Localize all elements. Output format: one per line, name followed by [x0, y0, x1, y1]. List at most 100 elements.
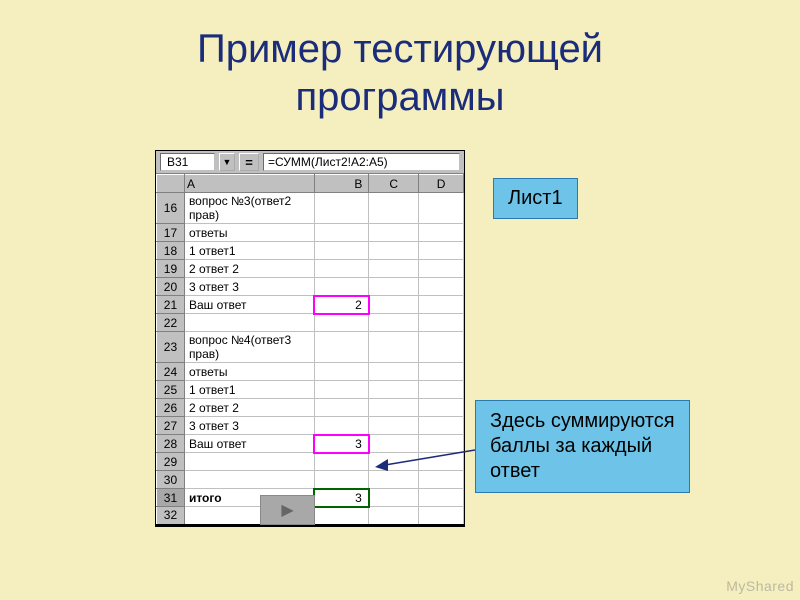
cell[interactable]	[369, 193, 419, 224]
cell[interactable]	[419, 435, 464, 453]
cell[interactable]: 3 ответ 3	[184, 278, 314, 296]
cell[interactable]	[369, 278, 419, 296]
cell[interactable]: ответы	[184, 363, 314, 381]
corner-cell[interactable]	[157, 175, 185, 193]
cell[interactable]	[419, 363, 464, 381]
cell[interactable]: 3	[314, 435, 369, 453]
cell[interactable]: 1 ответ1	[184, 242, 314, 260]
cell[interactable]	[314, 399, 369, 417]
cell[interactable]: 2 ответ 2	[184, 260, 314, 278]
col-header-a[interactable]: A	[184, 175, 314, 193]
cell[interactable]: Ваш ответ	[184, 435, 314, 453]
cell[interactable]	[419, 332, 464, 363]
cell[interactable]	[419, 489, 464, 507]
table-row: 203 ответ 3	[157, 278, 464, 296]
cell[interactable]	[419, 381, 464, 399]
cell[interactable]	[314, 278, 369, 296]
cell[interactable]	[419, 260, 464, 278]
row-header[interactable]: 19	[157, 260, 185, 278]
cell[interactable]: ответы	[184, 224, 314, 242]
cell[interactable]	[369, 363, 419, 381]
col-header-c[interactable]: C	[369, 175, 419, 193]
cell[interactable]: 2 ответ 2	[184, 399, 314, 417]
cell[interactable]	[314, 242, 369, 260]
cell[interactable]	[419, 417, 464, 435]
cell[interactable]	[369, 471, 419, 489]
cell[interactable]: 3 ответ 3	[184, 417, 314, 435]
table-row: 251 ответ1	[157, 381, 464, 399]
cell[interactable]	[369, 242, 419, 260]
cell[interactable]	[314, 332, 369, 363]
cell[interactable]	[314, 260, 369, 278]
cell[interactable]: Ваш ответ	[184, 296, 314, 314]
row-header[interactable]: 27	[157, 417, 185, 435]
cell[interactable]	[369, 332, 419, 363]
row-header[interactable]: 21	[157, 296, 185, 314]
cell[interactable]	[419, 296, 464, 314]
spreadsheet-grid[interactable]: A B C D 16вопрос №3(ответ2 прав)17ответы…	[156, 174, 464, 526]
cell[interactable]	[184, 314, 314, 332]
row-header[interactable]: 24	[157, 363, 185, 381]
cell[interactable]	[184, 453, 314, 471]
row-header[interactable]: 32	[157, 507, 185, 525]
row-header[interactable]: 22	[157, 314, 185, 332]
cell[interactable]	[369, 489, 419, 507]
name-box[interactable]: B31	[160, 153, 215, 171]
cell[interactable]	[369, 507, 419, 525]
cell[interactable]: вопрос №4(ответ3 прав)	[184, 332, 314, 363]
cell[interactable]	[419, 453, 464, 471]
cell[interactable]: 1 ответ1	[184, 381, 314, 399]
col-header-d[interactable]: D	[419, 175, 464, 193]
cell[interactable]	[369, 453, 419, 471]
cell[interactable]	[314, 224, 369, 242]
row-header[interactable]: 31	[157, 489, 185, 507]
row-header[interactable]: 18	[157, 242, 185, 260]
equals-button[interactable]: =	[239, 153, 259, 171]
cell[interactable]	[369, 314, 419, 332]
col-header-b[interactable]: B	[314, 175, 369, 193]
cell[interactable]	[369, 417, 419, 435]
row-header[interactable]: 16	[157, 193, 185, 224]
cell[interactable]	[419, 314, 464, 332]
row-header[interactable]: 29	[157, 453, 185, 471]
cell[interactable]	[369, 260, 419, 278]
row-header[interactable]: 30	[157, 471, 185, 489]
formula-input[interactable]: =СУММ(Лист2!A2:A5)	[263, 153, 460, 171]
row-header[interactable]: 23	[157, 332, 185, 363]
cell[interactable]	[419, 471, 464, 489]
cell[interactable]	[314, 381, 369, 399]
cell[interactable]	[314, 417, 369, 435]
table-row: 273 ответ 3	[157, 417, 464, 435]
cell[interactable]	[314, 314, 369, 332]
cell[interactable]	[314, 507, 369, 525]
cell[interactable]: 3	[314, 489, 369, 507]
row-header[interactable]: 20	[157, 278, 185, 296]
cell[interactable]	[369, 296, 419, 314]
row-header[interactable]: 25	[157, 381, 185, 399]
cell[interactable]	[369, 381, 419, 399]
cell[interactable]	[419, 224, 464, 242]
cell[interactable]	[369, 435, 419, 453]
table-row: 28Ваш ответ3	[157, 435, 464, 453]
row-header[interactable]: 28	[157, 435, 185, 453]
cell[interactable]	[314, 193, 369, 224]
name-dropdown-icon[interactable]	[219, 153, 235, 171]
cell[interactable]	[369, 224, 419, 242]
cell[interactable]: 2	[314, 296, 369, 314]
cell[interactable]: вопрос №3(ответ2 прав)	[184, 193, 314, 224]
cell[interactable]	[369, 399, 419, 417]
row-header[interactable]: 26	[157, 399, 185, 417]
table-row: 262 ответ 2	[157, 399, 464, 417]
cell[interactable]	[419, 399, 464, 417]
cell[interactable]	[419, 193, 464, 224]
cell[interactable]	[419, 507, 464, 525]
cell[interactable]	[314, 471, 369, 489]
table-row: 21Ваш ответ2	[157, 296, 464, 314]
cell[interactable]	[314, 453, 369, 471]
cell[interactable]	[184, 471, 314, 489]
cell[interactable]	[314, 363, 369, 381]
cell[interactable]	[419, 242, 464, 260]
row-header[interactable]: 17	[157, 224, 185, 242]
cell[interactable]	[419, 278, 464, 296]
next-slide-button[interactable]	[260, 495, 315, 525]
